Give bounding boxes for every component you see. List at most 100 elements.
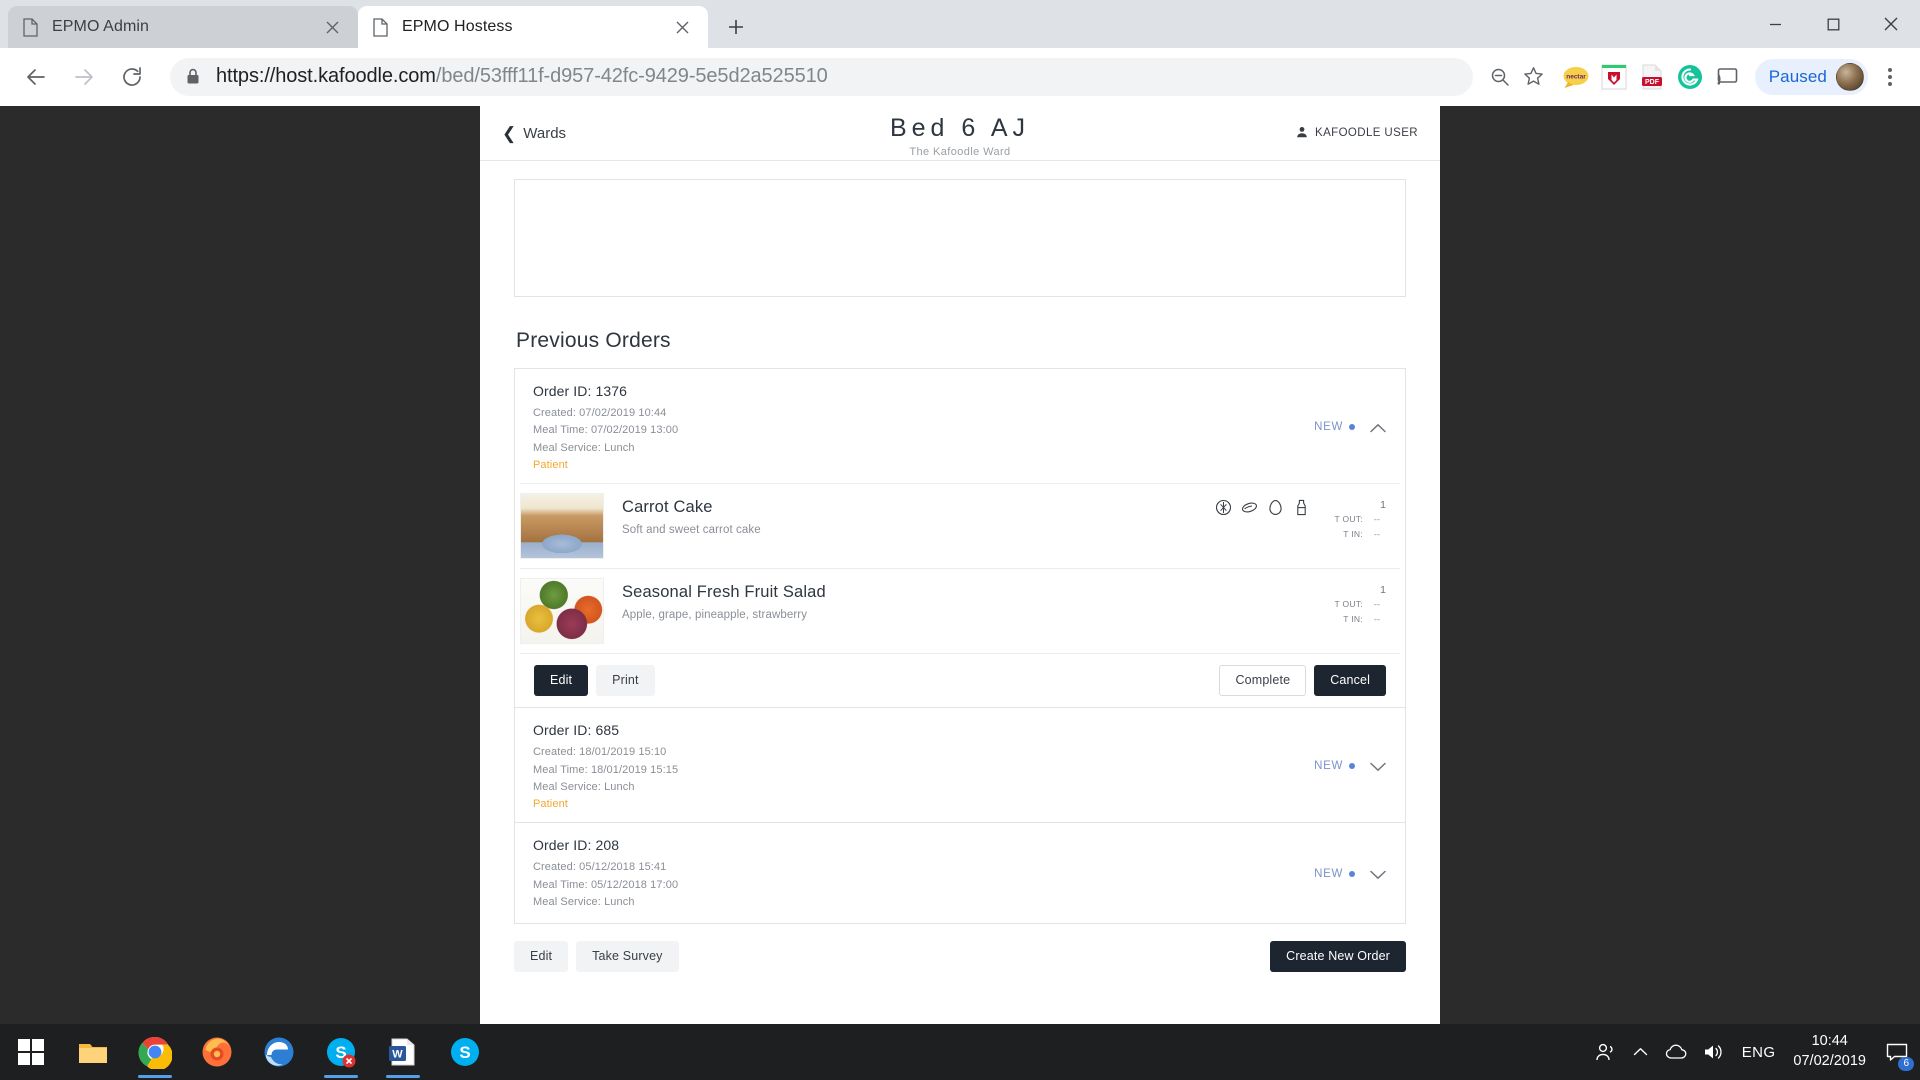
status-dot-icon: [1349, 424, 1355, 431]
file-explorer-icon[interactable]: [62, 1024, 124, 1080]
minimize-icon[interactable]: [1746, 0, 1804, 48]
tab-title: EPMO Admin: [52, 18, 150, 35]
order-item-fruit-salad: Seasonal Fresh Fruit Salad Apple, grape,…: [520, 568, 1400, 653]
svg-text:W: W: [392, 1049, 403, 1061]
people-icon[interactable]: [1588, 1024, 1624, 1080]
close-icon[interactable]: [670, 15, 694, 39]
order-meal-service: Meal Service: Lunch: [533, 780, 635, 793]
order-header[interactable]: Order ID: 1376 Created: 07/02/2019 10:44…: [515, 369, 1405, 483]
windows-start-icon[interactable]: [0, 1024, 62, 1080]
url-text: https://host.kafoodle.com/bed/53fff11f-d…: [216, 65, 828, 88]
temp-in-label: T IN:: [1343, 614, 1363, 625]
back-arrow-icon[interactable]: [16, 57, 56, 97]
order-created: Created: 07/02/2019 10:44: [533, 407, 667, 419]
print-order-button[interactable]: Print: [596, 665, 655, 697]
take-survey-button[interactable]: Take Survey: [576, 941, 679, 973]
order-meal-service: Meal Service: Lunch: [533, 896, 635, 908]
status-dot-icon: [1349, 871, 1355, 878]
chevron-up-icon[interactable]: [1369, 419, 1387, 436]
order-card-208: Order ID: 208 Created: 05/12/2018 15:41 …: [514, 822, 1406, 925]
google-chrome-icon[interactable]: [124, 1024, 186, 1080]
action-center-icon[interactable]: 6: [1880, 1024, 1914, 1080]
item-quantity: 1: [1380, 584, 1386, 597]
browser-tab-epmo-admin[interactable]: EPMO Admin: [8, 6, 358, 48]
back-to-wards-link[interactable]: ❮ Wards: [502, 125, 566, 142]
create-new-order-button[interactable]: Create New Order: [1270, 941, 1406, 973]
order-meta: Order ID: 1376 Created: 07/02/2019 10:44…: [533, 383, 1314, 471]
gluten-allergen-icon: [1215, 499, 1232, 516]
microsoft-word-icon[interactable]: W: [372, 1024, 434, 1080]
adobe-acrobat-extension-icon[interactable]: PDF: [1635, 60, 1669, 94]
item-name: Carrot Cake: [622, 498, 713, 517]
app-header: ❮ Wards Bed 6 AJ The Kafoodle Ward KAFOO…: [480, 106, 1440, 161]
item-description: Soft and sweet carrot cake: [622, 524, 761, 537]
three-dot-menu-icon[interactable]: [1872, 59, 1908, 95]
zoom-out-icon[interactable]: [1483, 60, 1517, 94]
cast-icon[interactable]: [1711, 60, 1745, 94]
notification-count: 6: [1898, 1056, 1914, 1071]
reload-icon[interactable]: [112, 57, 152, 97]
browser-tab-strip: EPMO Admin EPMO Hostess: [0, 0, 1920, 48]
onedrive-cloud-icon[interactable]: [1658, 1024, 1696, 1080]
order-created: Created: 18/01/2019 15:10: [533, 746, 667, 759]
profile-sync-paused-chip[interactable]: Paused: [1754, 58, 1868, 95]
nectar-extension-icon[interactable]: nectar: [1559, 60, 1593, 94]
mcafee-extension-icon[interactable]: [1597, 60, 1631, 94]
windows-taskbar: S W S ENG 10:44 07/02/2019 6: [0, 1024, 1920, 1080]
order-tag: Patient: [533, 798, 568, 811]
clock-date: 07/02/2019: [1793, 1053, 1866, 1069]
item-body: Carrot Cake Soft and sweet carrot cake: [604, 484, 1215, 568]
show-hidden-icons-icon[interactable]: [1624, 1024, 1658, 1080]
item-name: Seasonal Fresh Fruit Salad: [622, 583, 826, 602]
grammarly-extension-icon[interactable]: [1673, 60, 1707, 94]
current-order-panel: [514, 179, 1406, 297]
edit-order-button[interactable]: Edit: [534, 665, 589, 697]
browser-tab-epmo-hostess[interactable]: EPMO Hostess: [358, 6, 708, 48]
url-domain: https://host.kafoodle.com: [216, 65, 436, 87]
language-indicator[interactable]: ENG: [1730, 1044, 1788, 1061]
svg-text:nectar: nectar: [1566, 73, 1586, 80]
footer-edit-button[interactable]: Edit: [514, 941, 569, 973]
page-icon: [372, 17, 389, 37]
svg-text:S: S: [459, 1043, 470, 1062]
skype-classic-icon[interactable]: S: [310, 1024, 372, 1080]
microsoft-edge-icon[interactable]: [248, 1024, 310, 1080]
svg-text:PDF: PDF: [1645, 79, 1660, 86]
status-badge: NEW: [1314, 421, 1355, 433]
temp-in-value: --: [1374, 614, 1381, 625]
temp-out-value: --: [1374, 598, 1381, 609]
forward-arrow-icon[interactable]: [64, 57, 104, 97]
skype-icon[interactable]: S: [434, 1024, 496, 1080]
clock[interactable]: 10:44 07/02/2019: [1787, 1032, 1880, 1071]
order-header[interactable]: Order ID: 685 Created: 18/01/2019 15:10 …: [515, 708, 1405, 822]
temp-in-label: T IN:: [1343, 529, 1363, 540]
order-status-group: NEW: [1314, 419, 1387, 436]
maximize-icon[interactable]: [1804, 0, 1862, 48]
order-tag: Patient: [533, 459, 568, 472]
complete-order-button[interactable]: Complete: [1219, 665, 1307, 697]
address-bar[interactable]: https://host.kafoodle.com/bed/53fff11f-d…: [170, 57, 1473, 96]
mozilla-firefox-icon[interactable]: [186, 1024, 248, 1080]
page-viewport: ❮ Wards Bed 6 AJ The Kafoodle Ward KAFOO…: [0, 106, 1920, 1024]
temp-in-row: T IN: --: [1324, 612, 1386, 628]
chevron-down-icon[interactable]: [1369, 866, 1387, 883]
previous-orders-heading: Previous Orders: [516, 329, 671, 352]
order-card-685: Order ID: 685 Created: 18/01/2019 15:10 …: [514, 707, 1406, 824]
milk-allergen-icon: [1293, 499, 1310, 516]
close-icon[interactable]: [320, 15, 344, 39]
star-icon[interactable]: [1517, 60, 1551, 94]
cancel-order-button[interactable]: Cancel: [1314, 665, 1386, 697]
order-header[interactable]: Order ID: 208 Created: 05/12/2018 15:41 …: [515, 823, 1405, 923]
user-account-menu[interactable]: KAFOODLE USER: [1296, 126, 1418, 141]
chevron-down-icon[interactable]: [1369, 758, 1387, 775]
status-text: NEW: [1314, 868, 1343, 881]
page-icon: [22, 17, 39, 37]
carrot-cake-photo: [520, 493, 604, 560]
new-tab-button[interactable]: [718, 9, 754, 45]
status-badge: NEW: [1314, 868, 1355, 880]
close-window-icon[interactable]: [1862, 0, 1920, 48]
order-meta: Order ID: 685 Created: 18/01/2019 15:10 …: [533, 722, 1314, 810]
nuts-allergen-icon: [1241, 499, 1258, 516]
volume-icon[interactable]: [1696, 1024, 1730, 1080]
temp-out-row: T OUT: --: [1324, 597, 1386, 613]
